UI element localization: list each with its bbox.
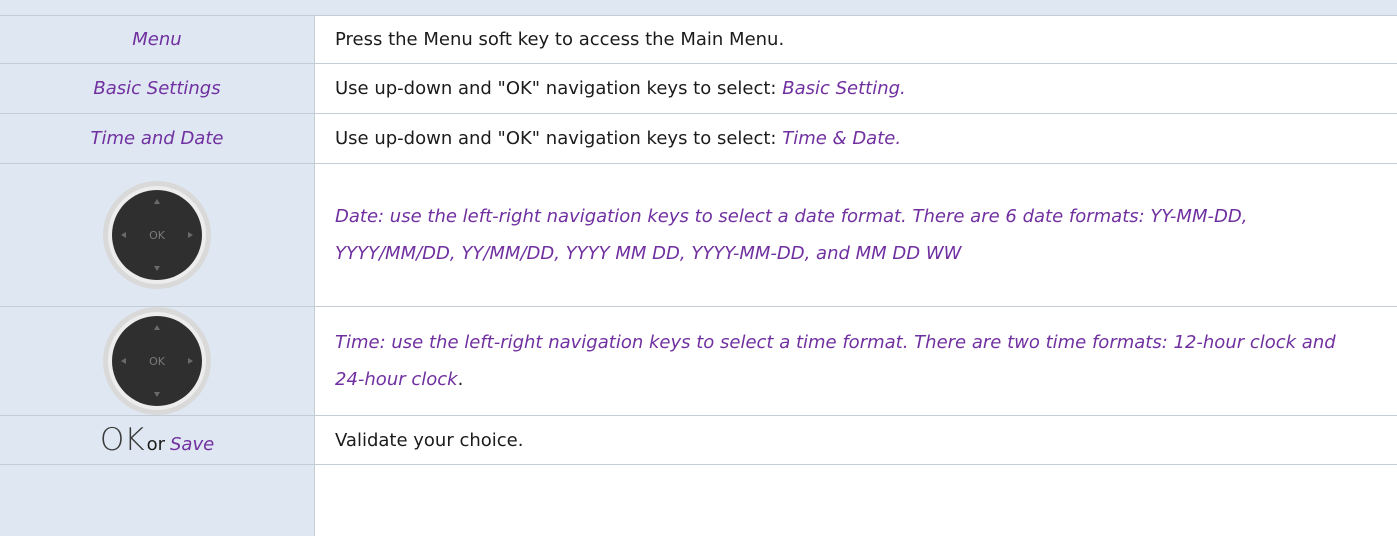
table-row: OK Time: use the left-right navigation k…	[0, 307, 1397, 416]
ok-key-label: OK	[99, 422, 145, 458]
save-key-label: Save	[169, 434, 215, 455]
step-emphasis: Time & Date.	[782, 128, 902, 149]
step-key-cell: Basic Settings	[0, 64, 315, 113]
step-text: Use up-down and "OK" navigation keys to …	[335, 128, 783, 149]
step-description: Press the Menu soft key to access the Ma…	[315, 16, 1397, 63]
step-text-suffix: .	[457, 369, 464, 390]
step-text: Press the Menu soft key to access the Ma…	[335, 29, 785, 50]
step-emphasis: Date: use the left-right navigation keys…	[335, 206, 1248, 264]
navigation-pad-icon: OK	[103, 307, 211, 415]
step-key-label: Menu	[132, 29, 182, 50]
table-row: Time and Date Use up-down and "OK" navig…	[0, 114, 1397, 164]
step-key-cell: OK	[0, 307, 315, 415]
table-row: OK Date: use the left-right navigation k…	[0, 164, 1397, 307]
svg-text:OK: OK	[149, 355, 166, 368]
top-band	[0, 0, 1397, 16]
navigation-pad-icon: OK	[103, 181, 211, 289]
step-emphasis: Basic Setting.	[782, 78, 906, 99]
instruction-table: Menu Press the Menu soft key to access t…	[0, 16, 1397, 536]
step-key-cell: OK	[0, 164, 315, 306]
step-description: Date: use the left-right navigation keys…	[315, 164, 1397, 306]
step-key-label: Time and Date	[90, 128, 224, 149]
step-description: Validate your choice.	[315, 416, 1397, 464]
step-key-label: Basic Settings	[93, 78, 221, 99]
step-key-cell	[0, 465, 315, 536]
step-description: Use up-down and "OK" navigation keys to …	[315, 114, 1397, 163]
step-text: Validate your choice.	[335, 429, 524, 451]
step-text: Use up-down and "OK" navigation keys to …	[335, 78, 783, 99]
step-key-cell: OK or Save	[0, 416, 315, 464]
step-key-cell: Time and Date	[0, 114, 315, 163]
table-row: Basic Settings Use up-down and "OK" navi…	[0, 64, 1397, 114]
step-emphasis: Time: use the left-right navigation keys…	[335, 332, 1336, 390]
step-description: Use up-down and "OK" navigation keys to …	[315, 64, 1397, 113]
table-row	[0, 465, 1397, 536]
table-row: OK or Save Validate your choice.	[0, 416, 1397, 465]
step-description	[315, 465, 1397, 536]
svg-text:OK: OK	[149, 229, 166, 242]
table-row: Menu Press the Menu soft key to access t…	[0, 16, 1397, 64]
step-description: Time: use the left-right navigation keys…	[315, 307, 1397, 415]
or-word: or	[146, 434, 165, 455]
step-key-cell: Menu	[0, 16, 315, 63]
